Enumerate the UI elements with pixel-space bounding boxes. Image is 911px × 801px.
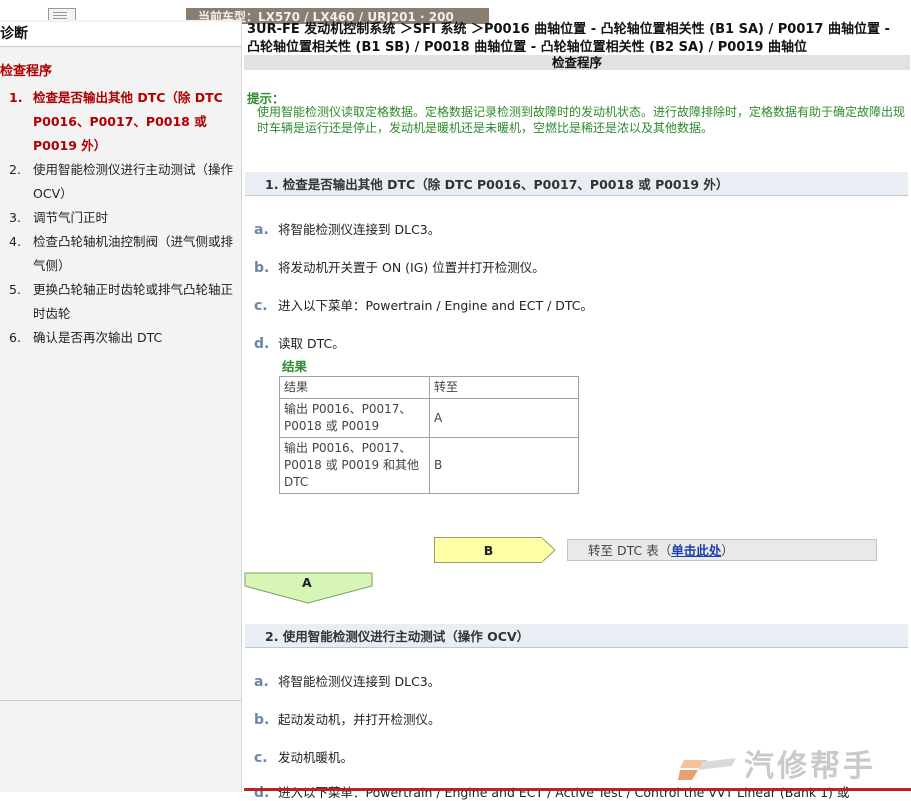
table-cell: 输出 P0016、P0017、P0018 或 P0019 和其他 DTC <box>279 437 430 494</box>
table-row: 输出 P0016、P0017、P0018 或 P0019 和其他 DTC B <box>279 437 579 494</box>
sidebar-item-step-1[interactable]: 1. 检查是否输出其他 DTC（除 DTC P0016、P0017、P0018 或… <box>0 86 240 158</box>
step-letter: a. <box>254 222 269 238</box>
bottom-divider <box>244 788 911 791</box>
table-header-cell: 结果 <box>279 376 430 399</box>
sidebar-subtitle: 检查程序 <box>0 64 53 79</box>
step-letter: b. <box>254 260 270 276</box>
watermark: 汽修帮手 <box>676 748 911 786</box>
sidebar: 诊断 检查程序 1. 检查是否输出其他 DTC（除 DTC P0016、P0017… <box>0 20 242 792</box>
step-letter: c. <box>254 750 268 766</box>
step-number: 4. <box>9 234 21 249</box>
step-text: 将智能检测仪连接到 DLC3。 <box>278 222 441 237</box>
step-letter: a. <box>254 674 269 690</box>
step-text: 发动机暖机。 <box>278 750 354 765</box>
sidebar-item-step-5[interactable]: 5. 更换凸轮轴正时齿轮或排气凸轮轴正时齿轮 <box>0 278 240 326</box>
sidebar-item-label: 检查是否输出其他 DTC（除 DTC P0016、P0017、P0018 或 P… <box>33 90 223 153</box>
branch-b-button[interactable]: B <box>434 537 542 563</box>
step-number: 5. <box>9 282 21 297</box>
goto-suffix: ） <box>721 543 734 558</box>
sidebar-divider <box>0 700 241 701</box>
wrench-logo-icon <box>678 758 736 780</box>
sidebar-item-step-4[interactable]: 4. 检查凸轮轴机油控制阀（进气侧或排气侧） <box>0 230 240 278</box>
table-cell: A <box>429 398 579 438</box>
top-bar: 当前车型：LX570 / LX460 / URJ201 · 200 <box>0 0 911 25</box>
sidebar-item-step-6[interactable]: 6. 确认是否再次输出 DTC <box>0 326 240 350</box>
table-cell: B <box>429 437 579 494</box>
step-number: 1. <box>9 90 23 105</box>
step-letter: d. <box>254 336 270 352</box>
goto-dtc-link[interactable]: 单击此处 <box>671 543 721 558</box>
sidebar-item-label: 确认是否再次输出 DTC <box>33 330 163 345</box>
step-a: a. 将智能检测仪连接到 DLC3。 <box>254 671 440 690</box>
sidebar-item-step-2[interactable]: 2. 使用智能检测仪进行主动测试（操作 OCV） <box>0 158 240 206</box>
branch-a-label: A <box>302 575 312 590</box>
sidebar-item-label: 使用智能检测仪进行主动测试（操作 OCV） <box>33 162 234 201</box>
hint-text: 使用智能检测仪读取定格数据。定格数据记录检测到故障时的发动机状态。进行故障排除时… <box>257 105 906 135</box>
procedure-title: 检查程序 <box>244 55 910 70</box>
step-text: 读取 DTC。 <box>278 336 345 351</box>
step-text: 将发动机开关置于 ON (IG) 位置并打开检测仪。 <box>278 260 545 275</box>
goto-dtc-table: 转至 DTC 表（单击此处） <box>567 539 877 561</box>
step-letter: c. <box>254 298 268 314</box>
step-text: 起动发动机，并打开检测仪。 <box>278 712 441 727</box>
main-content: 3UR-FE 发动机控制系统 ＞SFI 系统 ＞P0016 曲轴位置 - 凸轮轴… <box>244 20 911 801</box>
step-d: d. 读取 DTC。 <box>254 333 345 352</box>
result-label: 结果 <box>282 359 308 374</box>
step-number: 2. <box>9 162 21 177</box>
sidebar-item-label: 更换凸轮轴正时齿轮或排气凸轮轴正时齿轮 <box>33 282 234 321</box>
sidebar-item-label: 检查凸轮轴机油控制阀（进气侧或排气侧） <box>33 234 234 273</box>
table-cell: 输出 P0016、P0017、P0018 或 P0019 <box>279 398 430 438</box>
step-text: 进入以下菜单：Powertrain / Engine and ECT / DTC… <box>278 298 594 313</box>
watermark-text: 汽修帮手 <box>744 749 876 784</box>
table-header-row: 结果 转至 <box>279 376 579 399</box>
step-b: b. 起动发动机，并打开检测仪。 <box>254 709 441 728</box>
section-heading-1: 1. 检查是否输出其他 DTC（除 DTC P0016、P0017、P0018 … <box>245 172 908 196</box>
section-heading-2: 2. 使用智能检测仪进行主动测试（操作 OCV） <box>245 624 908 648</box>
step-number: 6. <box>9 330 21 345</box>
step-number: 3. <box>9 210 21 225</box>
result-table: 结果 转至 输出 P0016、P0017、P0018 或 P0019 A 输出 … <box>279 376 579 494</box>
step-c: c. 发动机暖机。 <box>254 747 353 766</box>
step-b: b. 将发动机开关置于 ON (IG) 位置并打开检测仪。 <box>254 257 545 276</box>
sidebar-item-label: 调节气门正时 <box>33 210 109 225</box>
step-c: c. 进入以下菜单：Powertrain / Engine and ECT / D… <box>254 295 593 314</box>
step-letter: b. <box>254 712 270 728</box>
step-a: a. 将智能检测仪连接到 DLC3。 <box>254 219 440 238</box>
table-header-cell: 转至 <box>429 376 579 399</box>
sidebar-item-step-3[interactable]: 3. 调节气门正时 <box>0 206 240 230</box>
sidebar-title: 诊断 <box>0 22 241 47</box>
branch-a-button[interactable]: A <box>244 572 374 604</box>
breadcrumb: 3UR-FE 发动机控制系统 ＞SFI 系统 ＞P0016 曲轴位置 - 凸轮轴… <box>247 22 890 55</box>
step-text: 将智能检测仪连接到 DLC3。 <box>278 674 441 689</box>
table-row: 输出 P0016、P0017、P0018 或 P0019 A <box>279 398 579 438</box>
sidebar-step-list: 1. 检查是否输出其他 DTC（除 DTC P0016、P0017、P0018 或… <box>0 86 240 350</box>
goto-prefix: 转至 DTC 表（ <box>588 543 672 558</box>
